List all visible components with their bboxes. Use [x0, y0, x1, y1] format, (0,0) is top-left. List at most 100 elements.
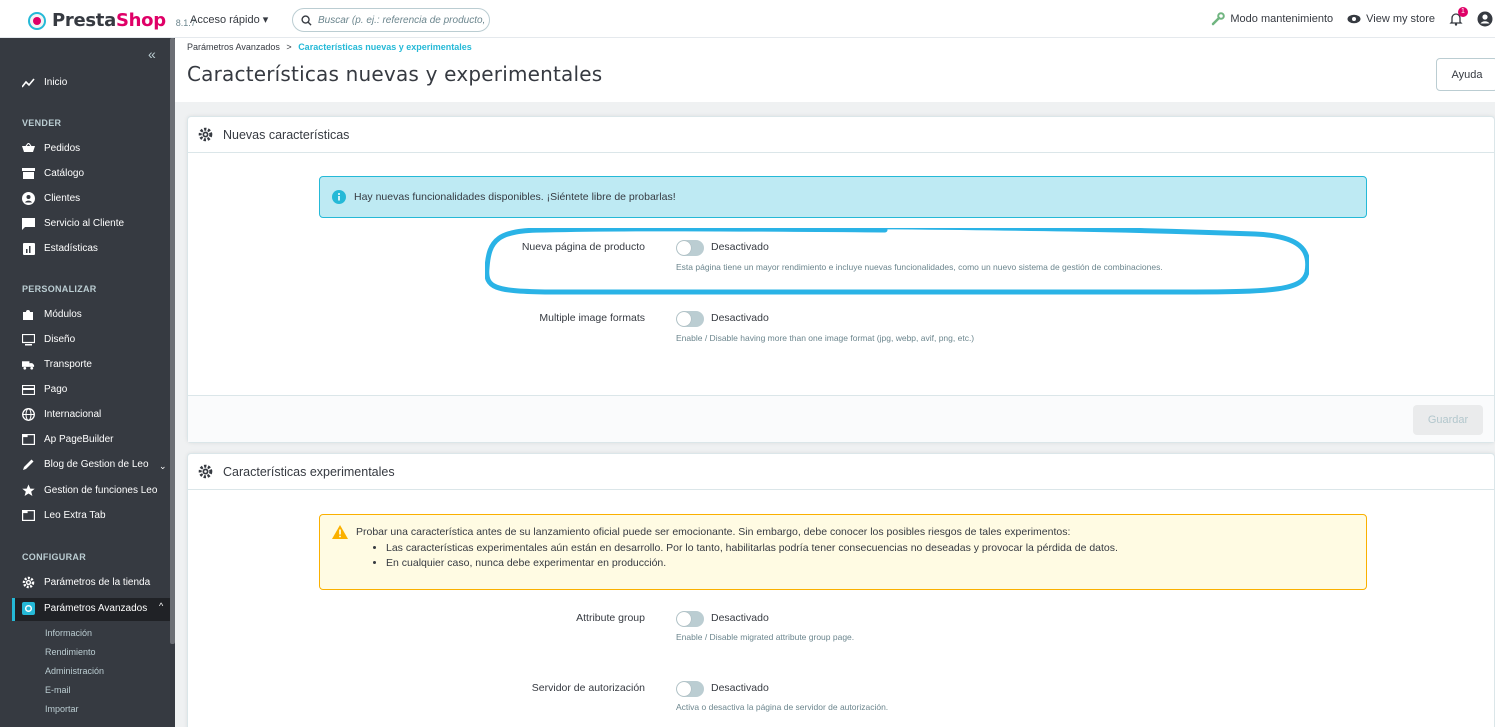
sidebar-item-label: Transporte — [44, 359, 92, 370]
sidebar-item-internacional[interactable]: Internacional — [22, 408, 101, 421]
warning-list-item: En cualquier caso, nunca debe experiment… — [386, 557, 1354, 569]
feature-toggle-multiple-image-formats[interactable] — [676, 311, 704, 327]
sidebar-sub-informacion[interactable]: Información — [45, 628, 92, 638]
search-input[interactable]: Buscar (p. ej.: referencia de producto, — [292, 8, 490, 32]
page-header: Parámetros Avanzados > Características n… — [175, 38, 1495, 102]
sidebar-item-transporte[interactable]: Transporte — [22, 358, 92, 371]
sidebar: « Inicio VENDER Pedidos Catálogo Cliente… — [0, 38, 175, 727]
brand-name-suffix: Shop — [115, 10, 166, 31]
sidebar-item-modulos[interactable]: Módulos — [22, 308, 82, 321]
maintenance-mode-link[interactable]: Modo mantenimiento — [1211, 12, 1333, 26]
panel-header: Nuevas características — [188, 117, 1494, 153]
breadcrumb-current[interactable]: Características nuevas y experimentales — [298, 42, 472, 52]
sidebar-item-parametros-tienda[interactable]: Parámetros de la tienda — [22, 576, 150, 589]
breadcrumb: Parámetros Avanzados > Características n… — [187, 42, 472, 52]
store-icon — [22, 167, 35, 180]
sidebar-item-pago[interactable]: Pago — [22, 383, 67, 396]
sidebar-item-label: Servicio al Cliente — [44, 218, 125, 229]
sidebar-item-label: Parámetros de la tienda — [44, 577, 151, 588]
breadcrumb-parent[interactable]: Parámetros Avanzados — [187, 42, 280, 52]
chevron-up-icon[interactable]: ^ — [159, 601, 163, 611]
maintenance-label: Modo mantenimiento — [1230, 13, 1334, 25]
feature-toggle-authorization-server[interactable] — [676, 681, 704, 697]
sidebar-item-blog-leo[interactable]: Blog de Gestion de Leo — [22, 458, 149, 471]
page-title: Características nuevas y experimentales — [187, 62, 603, 86]
main-content: Nuevas características Hay nuevas funcio… — [175, 102, 1495, 727]
gear-icon — [198, 464, 213, 479]
cart-icon — [22, 142, 35, 155]
sidebar-item-label: Parámetros Avanzados — [44, 603, 148, 614]
panel-header: Características experimentales — [188, 454, 1494, 490]
user-circle-icon — [22, 192, 35, 205]
info-icon — [332, 190, 346, 204]
notifications-button[interactable]: 1 — [1449, 7, 1468, 26]
sidebar-item-diseno[interactable]: Diseño — [22, 333, 75, 346]
sidebar-item-label: Pedidos — [44, 143, 81, 154]
quick-access-dropdown[interactable]: Acceso rápido ▾ — [190, 13, 268, 26]
sidebar-sub-rendimiento[interactable]: Rendimiento — [45, 647, 96, 657]
sidebar-item-catalogo[interactable]: Catálogo — [22, 167, 84, 180]
eye-icon — [1347, 14, 1361, 24]
sidebar-item-clientes[interactable]: Clientes — [22, 192, 80, 205]
hand-drawn-highlight — [485, 228, 1309, 296]
sidebar-item-parametros-avanzados[interactable]: Parámetros Avanzados — [22, 602, 147, 615]
info-alert-text: Hay nuevas funcionalidades disponibles. … — [354, 191, 676, 203]
sidebar-item-pedidos[interactable]: Pedidos — [22, 142, 80, 155]
sidebar-item-label: Catálogo — [44, 168, 85, 179]
gear-icon — [22, 576, 35, 589]
prestashop-logo-icon — [28, 11, 46, 30]
warning-icon — [332, 525, 348, 539]
sidebar-item-ap-pagebuilder[interactable]: Ap PageBuilder — [22, 433, 114, 446]
settings-box-icon — [22, 602, 35, 615]
pencil-icon — [22, 458, 35, 471]
toggle-state-label: Desactivado — [711, 312, 769, 324]
info-alert: Hay nuevas funcionalidades disponibles. … — [319, 176, 1367, 218]
sidebar-item-label: Blog de Gestion de Leo — [44, 459, 149, 470]
sidebar-item-label: Diseño — [44, 334, 76, 345]
panel-experimental-features: Características experimentales Probar un… — [187, 453, 1495, 727]
user-account-icon[interactable] — [1477, 11, 1493, 27]
prestashop-logo[interactable]: PrestaShop 8.1.7 — [28, 10, 196, 31]
panel-footer: Guardar — [188, 395, 1494, 442]
sidebar-item-label: Ap PageBuilder — [44, 434, 114, 445]
credit-card-icon — [22, 383, 35, 396]
warning-alert: Probar una característica antes de su la… — [319, 514, 1367, 590]
section-vender: VENDER — [22, 118, 62, 128]
star-icon — [22, 484, 35, 497]
sidebar-item-leo-extra-tab[interactable]: Leo Extra Tab — [22, 509, 106, 522]
feature-toggle-attribute-group[interactable] — [676, 611, 704, 627]
feature-label: Attribute group — [576, 612, 645, 624]
panel-title: Nuevas características — [223, 127, 350, 142]
help-button[interactable]: Ayuda — [1436, 58, 1495, 91]
sidebar-item-label: Pago — [44, 384, 68, 395]
sidebar-sub-importar[interactable]: Importar — [45, 704, 79, 714]
search-icon — [301, 14, 312, 26]
sidebar-item-label: Leo Extra Tab — [44, 510, 106, 521]
warning-alert-text: Probar una característica antes de su la… — [356, 526, 1071, 538]
globe-icon — [22, 408, 35, 421]
view-store-link[interactable]: View my store — [1347, 13, 1435, 25]
sidebar-item-inicio[interactable]: Inicio — [22, 76, 67, 89]
toggle-state-label: Desactivado — [711, 612, 769, 624]
sidebar-item-label: Internacional — [44, 409, 102, 420]
sidebar-item-servicio-cliente[interactable]: Servicio al Cliente — [22, 217, 124, 230]
save-button[interactable]: Guardar — [1413, 405, 1483, 435]
chevron-down-icon[interactable]: ⌄ — [159, 461, 167, 472]
warning-list-item: Las características experimentales aún e… — [386, 542, 1354, 554]
sidebar-collapse-button[interactable]: « — [148, 46, 156, 62]
view-store-label: View my store — [1366, 13, 1435, 25]
warning-list: Las características experimentales aún e… — [386, 542, 1354, 569]
sidebar-item-gestion-leo[interactable]: Gestion de funciones Leo — [22, 484, 157, 497]
feature-label: Servidor de autorización — [531, 682, 645, 694]
section-configurar: CONFIGURAR — [22, 552, 86, 562]
truck-icon — [22, 358, 35, 371]
chat-icon — [22, 217, 35, 230]
tab-icon — [22, 509, 35, 522]
sidebar-item-estadisticas[interactable]: Estadísticas — [22, 242, 98, 255]
sidebar-sub-administracion[interactable]: Administración — [45, 666, 104, 676]
sidebar-item-label: Clientes — [44, 193, 81, 204]
top-bar: PrestaShop 8.1.7 Acceso rápido ▾ Buscar … — [0, 0, 1495, 38]
sidebar-sub-email[interactable]: E-mail — [45, 685, 71, 695]
search-placeholder: Buscar (p. ej.: referencia de producto, — [318, 14, 486, 26]
feature-label: Multiple image formats — [539, 312, 645, 324]
